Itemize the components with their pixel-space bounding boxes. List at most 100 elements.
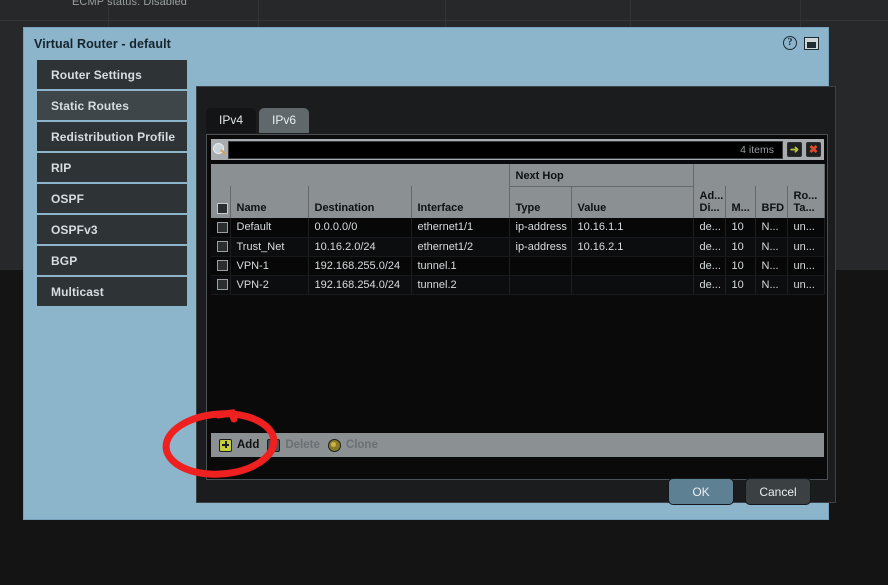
row-select-cell[interactable]: [211, 218, 231, 238]
ip-version-tabs: IPv4 IPv6: [206, 108, 310, 133]
column-header-name[interactable]: Name: [230, 186, 309, 218]
cell-interface: ethernet1/2: [411, 237, 510, 257]
column-header-route-table[interactable]: Ro... Ta...: [787, 186, 825, 218]
sidebar-item-router-settings[interactable]: Router Settings: [37, 60, 187, 91]
screen: ECMP status: Disabled Virtual Router - d…: [0, 0, 888, 585]
virtual-router-dialog: Virtual Router - default ? Router Settin…: [24, 28, 836, 519]
sidebar-item-label: Static Routes: [51, 98, 129, 113]
cell-destination: 192.168.254.0/24: [308, 275, 412, 295]
cell-metric: 10: [725, 218, 756, 238]
cell-route-table: un...: [787, 256, 825, 276]
column-header-admin-distance[interactable]: Ad... Di...: [693, 186, 726, 218]
sidebar-item-multicast[interactable]: Multicast: [37, 277, 187, 308]
cell-nexthop-type: [509, 256, 572, 276]
cell-nexthop-type: ip-address: [509, 237, 572, 257]
cell-metric: 10: [725, 237, 756, 257]
row-select-cell[interactable]: [211, 275, 231, 295]
cell-metric: 10: [725, 275, 756, 295]
column-header-bfd[interactable]: BFD: [755, 186, 788, 218]
sidebar-item-ospfv3[interactable]: OSPFv3: [37, 215, 187, 246]
search-bar: ➜ ✖ 4 items: [211, 139, 824, 160]
select-all-checkbox[interactable]: [217, 203, 228, 214]
sidebar-item-label: BGP: [51, 253, 78, 268]
cell-destination: 10.16.2.0/24: [308, 237, 412, 257]
cell-interface: ethernet1/1: [411, 218, 510, 238]
column-header-metric[interactable]: M...: [725, 186, 756, 218]
table-row[interactable]: Trust_Net 10.16.2.0/24 ethernet1/2 ip-ad…: [211, 237, 825, 257]
magnifier-icon: [211, 139, 228, 160]
column-header-destination[interactable]: Destination: [308, 186, 412, 218]
delete-button: Delete: [267, 438, 320, 452]
column-header-nexthop-value[interactable]: Value: [571, 186, 694, 218]
table-row[interactable]: Default 0.0.0.0/0 ethernet1/1 ip-address…: [211, 218, 825, 238]
sidebar-item-label: OSPFv3: [51, 222, 98, 237]
admin-distance-line1: Ad...: [699, 190, 724, 202]
sidebar-item-label: RIP: [51, 160, 72, 175]
cell-admin-distance: de...: [693, 218, 726, 238]
table-body: Default 0.0.0.0/0 ethernet1/1 ip-address…: [211, 218, 825, 295]
cancel-button[interactable]: Cancel: [745, 478, 811, 505]
dialog-sidebar: Router Settings Static Routes Redistribu…: [37, 60, 187, 338]
bg-row-divider: [0, 20, 888, 21]
cell-name: Default: [230, 218, 309, 238]
search-input[interactable]: [228, 140, 783, 159]
table-row[interactable]: VPN-2 192.168.254.0/24 tunnel.2 de... 10…: [211, 275, 825, 295]
table-header-row: Name Destination Interface Type Value Ad…: [211, 186, 825, 218]
static-routes-table: Next Hop Name Destination Interface Type…: [211, 164, 825, 295]
dialog-title: Virtual Router - default: [34, 37, 171, 51]
ecmp-status-text: ECMP status: Disabled: [72, 0, 188, 8]
group-header-spacer-left: [211, 164, 510, 186]
add-button[interactable]: Add: [219, 438, 260, 452]
cell-name: VPN-1: [230, 256, 309, 276]
row-checkbox[interactable]: [217, 241, 228, 252]
sidebar-item-label: Multicast: [51, 284, 104, 299]
sidebar-item-bgp[interactable]: BGP: [37, 246, 187, 277]
table-group-header-row: Next Hop: [211, 164, 825, 187]
cell-route-table: un...: [787, 275, 825, 295]
cell-nexthop-value: [571, 256, 694, 276]
cell-nexthop-value: 10.16.2.1: [571, 237, 694, 257]
cell-name: VPN-2: [230, 275, 309, 295]
column-header-nexthop-type[interactable]: Type: [509, 186, 572, 218]
tab-ipv6[interactable]: IPv6: [259, 108, 310, 133]
close-x-icon[interactable]: ✖: [806, 142, 821, 157]
cell-bfd: N...: [755, 218, 788, 238]
row-checkbox[interactable]: [217, 221, 228, 233]
cell-bfd: N...: [755, 237, 788, 257]
cell-nexthop-value: [571, 275, 694, 295]
select-all-header[interactable]: [211, 186, 231, 218]
arrow-right-icon[interactable]: ➜: [787, 142, 802, 157]
clone-button-label: Clone: [345, 439, 378, 451]
sidebar-item-rip[interactable]: RIP: [37, 153, 187, 184]
cell-destination: 0.0.0.0/0: [308, 218, 412, 238]
route-table-line1: Ro...: [793, 190, 818, 202]
tab-ipv4[interactable]: IPv4: [206, 108, 257, 133]
group-header-spacer-right: [693, 164, 825, 186]
row-select-cell[interactable]: [211, 256, 231, 276]
minus-icon: [267, 438, 281, 452]
dialog-title-icons: ?: [783, 36, 819, 50]
cell-admin-distance: de...: [693, 256, 726, 276]
ok-button[interactable]: OK: [668, 478, 734, 505]
row-select-cell[interactable]: [211, 237, 231, 257]
sidebar-item-static-routes[interactable]: Static Routes: [37, 91, 187, 122]
row-checkbox[interactable]: [217, 260, 228, 271]
cell-nexthop-type: [509, 275, 572, 295]
group-header-next-hop: Next Hop: [509, 164, 694, 187]
sidebar-item-ospf[interactable]: OSPF: [37, 184, 187, 215]
cell-bfd: N...: [755, 256, 788, 276]
cell-nexthop-type: ip-address: [509, 218, 572, 238]
column-header-interface[interactable]: Interface: [411, 186, 510, 218]
sidebar-item-redistribution-profile[interactable]: Redistribution Profile: [37, 122, 187, 153]
admin-distance-line2: Di...: [699, 202, 720, 214]
help-icon[interactable]: ?: [783, 36, 797, 50]
sidebar-item-label: OSPF: [51, 191, 85, 206]
static-routes-panel: IPv4 IPv6 ➜ ✖ 4 items Next Hop Name Dest…: [196, 86, 836, 503]
delete-button-label: Delete: [285, 439, 320, 451]
cell-route-table: un...: [787, 218, 825, 238]
row-checkbox[interactable]: [217, 279, 228, 290]
clone-button: Clone: [327, 438, 378, 452]
add-button-label: Add: [237, 439, 260, 451]
table-row[interactable]: VPN-1 192.168.255.0/24 tunnel.1 de... 10…: [211, 256, 825, 276]
maximize-window-icon[interactable]: [804, 36, 819, 50]
